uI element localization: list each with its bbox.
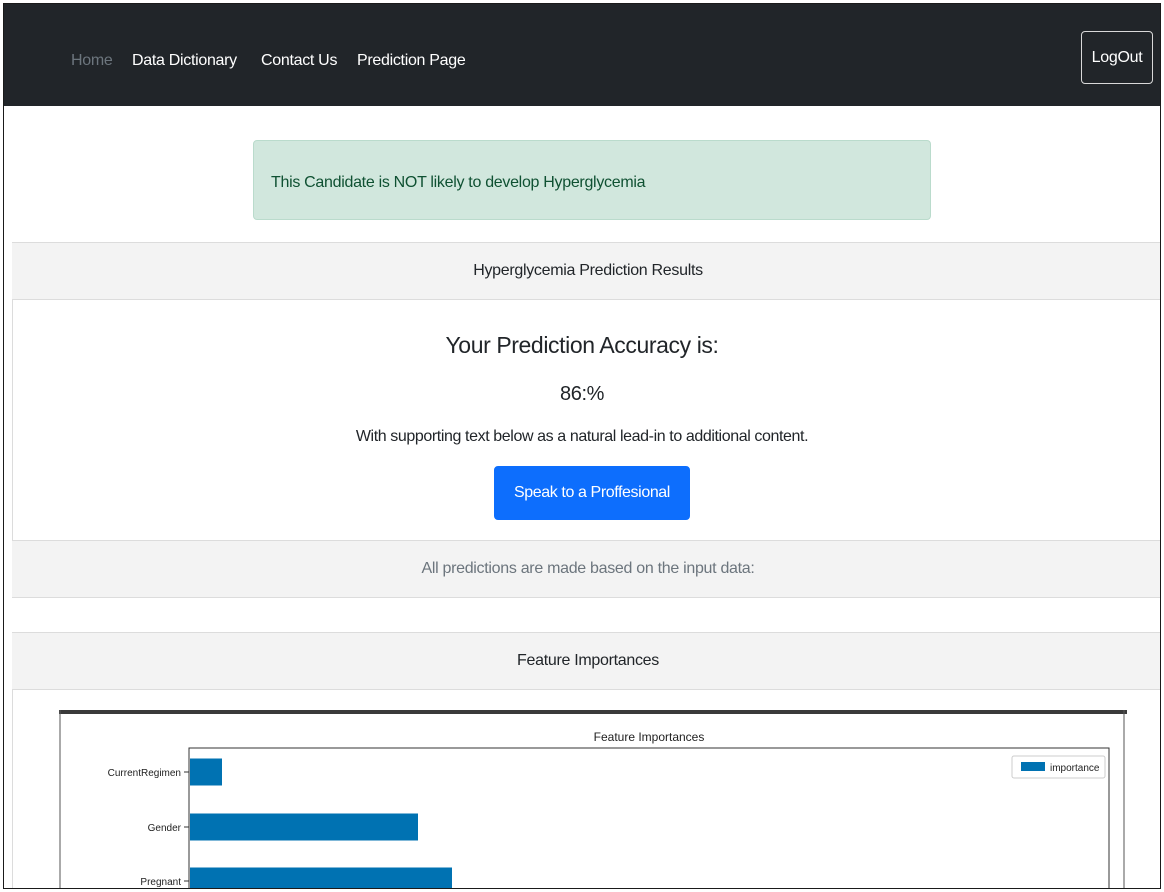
nav-contact-us-link[interactable]: Contact Us: [261, 52, 337, 70]
nav-prediction-page-link[interactable]: Prediction Page: [357, 52, 466, 70]
y-tick-label-gender: Gender: [148, 823, 182, 834]
bar-gender: [190, 813, 418, 841]
results-card-footer: All predictions are made based on the in…: [12, 540, 1160, 598]
chart-svg: Feature Importances CurrentRegimen Gender P…: [59, 710, 1127, 888]
prediction-alert: This Candidate is NOT likely to develop …: [253, 140, 931, 220]
legend-swatch: [1021, 762, 1045, 771]
logout-button[interactable]: LogOut: [1081, 31, 1153, 84]
speak-to-professional-button[interactable]: Speak to a Proffesional: [494, 466, 690, 520]
features-card-header: Feature Importances: [12, 632, 1160, 690]
bar-currentregimen: [190, 758, 222, 786]
browser-viewport: Home Data Dictionary Contact Us Predicti…: [3, 3, 1161, 889]
results-card-header: Hyperglycemia Prediction Results: [12, 242, 1160, 300]
y-tick-label-pregnant: Pregnant: [140, 877, 181, 888]
legend-label: importance: [1050, 763, 1100, 774]
y-tick-label-currentregimen: CurrentRegimen: [108, 768, 181, 779]
accuracy-title: Your Prediction Accuracy is:: [445, 332, 719, 358]
navbar: Home Data Dictionary Contact Us Predicti…: [4, 4, 1160, 106]
bar-pregnant: [190, 867, 452, 888]
chart-image-top-border: [59, 710, 1127, 714]
nav-home-link[interactable]: Home: [71, 52, 113, 70]
feature-importance-chart: Feature Importances CurrentRegimen Gender P…: [59, 710, 1127, 888]
chart-title: Feature Importances: [594, 730, 705, 744]
nav-data-dictionary-link[interactable]: Data Dictionary: [132, 52, 237, 70]
supporting-text: With supporting text below as a natural …: [355, 428, 809, 445]
accuracy-value: 86:%: [560, 383, 604, 405]
